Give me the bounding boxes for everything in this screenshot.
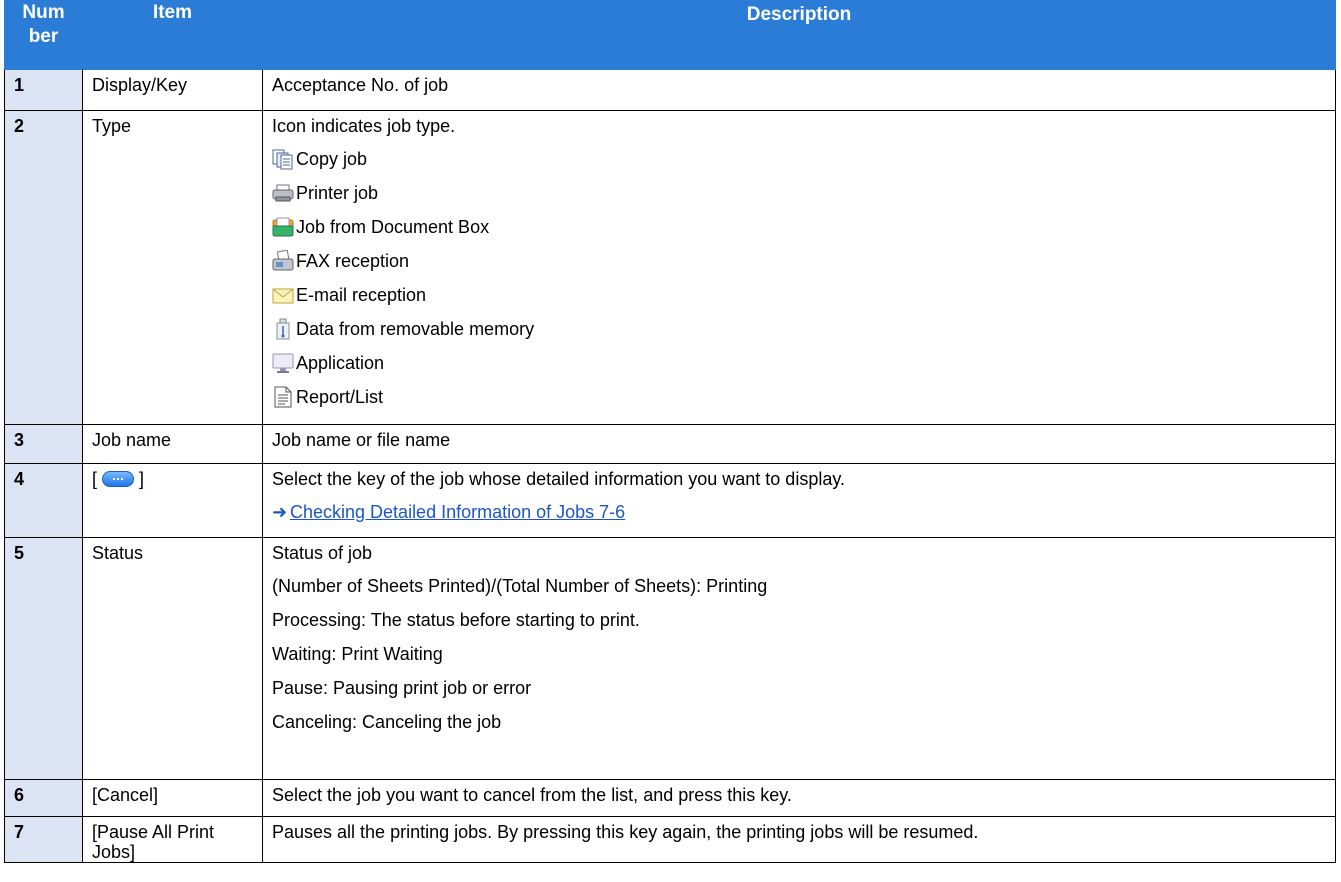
detail-key-icon: [102, 471, 135, 488]
type-label: Data from removable memory: [296, 319, 535, 339]
row-item: [Pause All Print Jobs]: [82, 816, 263, 863]
row-item: Status: [82, 537, 263, 780]
table-row: 2 Type Icon indicates job type. Copy job…: [4, 110, 1336, 425]
copy-job-icon: [272, 148, 294, 170]
detail-link-line: ➜ Checking Detailed Information of Jobs …: [272, 502, 1326, 536]
row-number: 6: [4, 779, 83, 817]
application-icon: [272, 352, 294, 374]
table-row: 1 Display/Key Acceptance No. of job: [4, 69, 1336, 111]
row-description: Acceptance No. of job: [262, 69, 1336, 111]
printer-job-icon: [272, 182, 294, 204]
type-label: Job from Document Box: [296, 217, 490, 237]
row-number: 7: [4, 816, 83, 863]
type-label: Report/List: [296, 387, 384, 407]
table-row: 3 Job name Job name or file name: [4, 424, 1336, 464]
row-item: [Cancel]: [82, 779, 263, 817]
table-row: 7 [Pause All Print Jobs] Pauses all the …: [4, 816, 1336, 863]
type-label: FAX reception: [296, 251, 410, 271]
detail-info-link[interactable]: Checking Detailed Information of Jobs 7-…: [290, 502, 625, 522]
header-description: Description: [262, 0, 1336, 70]
row-number: 4: [4, 463, 83, 538]
status-line: Pause: Pausing print job or error: [272, 678, 532, 698]
job-status-table: Num ber Item Description 1 Display/Key Ac…: [4, 0, 1336, 863]
arrow-right-icon: ➜: [272, 502, 288, 522]
type-label: Application: [296, 353, 385, 373]
status-line: Status of job: [272, 543, 373, 563]
bracket-open: [: [92, 469, 98, 489]
header-number-label: Num ber: [22, 2, 65, 47]
table-row: 6 [Cancel] Select the job you want to ca…: [4, 779, 1336, 817]
type-fax: FAX reception: [272, 250, 1326, 285]
row-number: 5: [4, 537, 83, 780]
fax-reception-icon: [272, 250, 294, 272]
document-box-icon: [272, 216, 294, 238]
table-row: 4 [ ] Select the key of the job whose de…: [4, 463, 1336, 538]
row-description: Icon indicates job type. Copy job Printe…: [262, 110, 1336, 425]
report-list-icon: [272, 386, 294, 408]
row-description: Job name or file name: [262, 424, 1336, 464]
row-item: [ ]: [82, 463, 263, 538]
type-email: E-mail reception: [272, 285, 1326, 319]
type-label: Printer job: [296, 183, 379, 203]
header-item: Item: [82, 0, 263, 70]
table-row: 5 Status Status of job (Number of Sheets…: [4, 537, 1336, 780]
email-reception-icon: [272, 284, 294, 306]
header-row: Num ber Item Description: [4, 0, 1336, 70]
status-line: Waiting: Print Waiting: [272, 644, 443, 664]
type-label: Copy job: [296, 149, 368, 169]
type-printer: Printer job: [272, 183, 1326, 217]
row-item: Job name: [82, 424, 263, 464]
row-item: Type: [82, 110, 263, 425]
row-number: 1: [4, 69, 83, 111]
status-line: Processing: The status before starting t…: [272, 610, 640, 630]
type-report-list: Report/List: [272, 386, 1326, 421]
bracket-close: ]: [139, 469, 145, 489]
type-document-box: Job from Document Box: [272, 217, 1326, 251]
header-number: Num ber: [4, 0, 83, 70]
type-intro: Icon indicates job type.: [272, 116, 456, 136]
row-description: Select the key of the job whose detailed…: [262, 463, 1336, 538]
type-removable-memory: Data from removable memory: [272, 318, 1326, 353]
removable-memory-icon: [272, 318, 294, 340]
type-application: Application: [272, 353, 1326, 387]
status-line: Canceling: Canceling the job: [272, 712, 502, 732]
type-label: E-mail reception: [296, 285, 427, 305]
type-copy: Copy job: [272, 149, 1326, 183]
row-description: Status of job (Number of Sheets Printed)…: [262, 537, 1336, 780]
row-description: Pauses all the printing jobs. By pressin…: [262, 816, 1336, 863]
row-number: 3: [4, 424, 83, 464]
row-item: Display/Key: [82, 69, 263, 111]
row-description: Select the job you want to cancel from t…: [262, 779, 1336, 817]
detail-description: Select the key of the job whose detailed…: [272, 469, 846, 489]
row-number: 2: [4, 110, 83, 425]
status-line: (Number of Sheets Printed)/(Total Number…: [272, 576, 768, 596]
